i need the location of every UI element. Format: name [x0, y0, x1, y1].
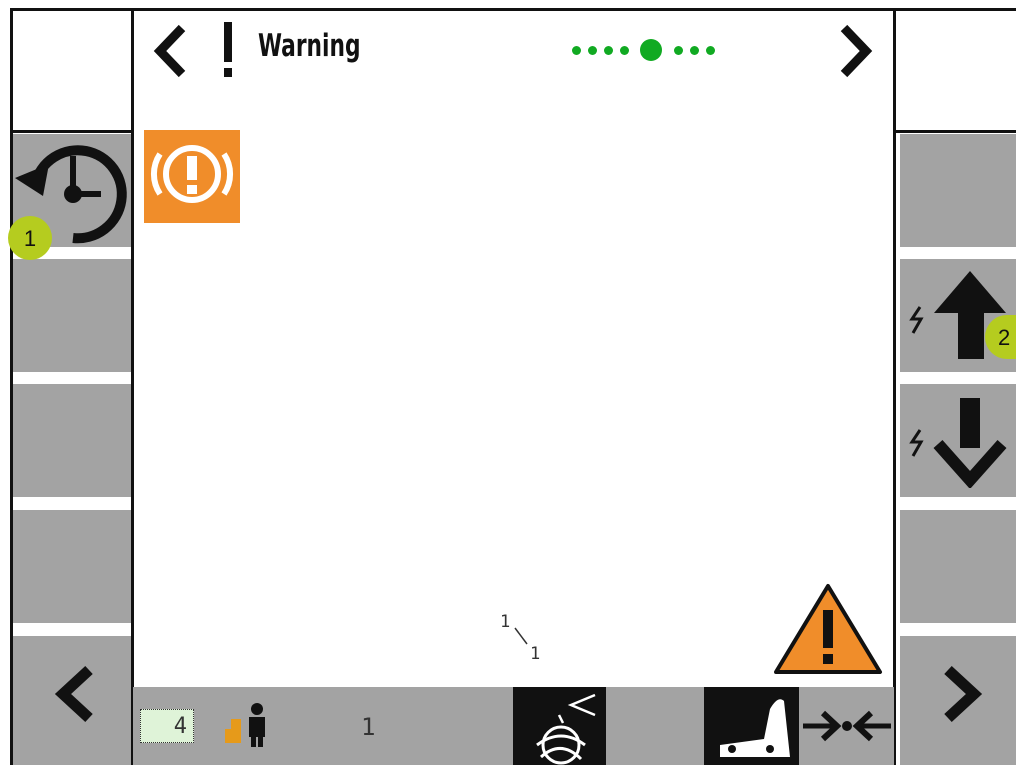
page-back-button[interactable]: [13, 636, 131, 765]
next-page-button[interactable]: [836, 22, 878, 80]
page-dot: [706, 45, 715, 55]
left-softkey-4[interactable]: [13, 510, 131, 623]
scroll-down-button[interactable]: [900, 384, 1016, 497]
right-softkey-1[interactable]: [900, 134, 1016, 247]
left-softkey-2[interactable]: [13, 259, 131, 372]
operator-icon: [221, 701, 271, 756]
prev-page-button[interactable]: [148, 22, 190, 80]
right-header-divider: [896, 130, 1016, 133]
chevron-left-icon: [49, 664, 99, 729]
header-lift-icon: [704, 687, 799, 770]
pager-numerator: 1: [500, 612, 511, 632]
counter-value: 4: [173, 714, 187, 739]
page-forward-button[interactable]: [900, 636, 1016, 765]
pager-denominator: 1: [530, 644, 541, 664]
counter-box: 4: [140, 709, 194, 743]
page-dot: [674, 45, 683, 55]
page-dot: [604, 45, 613, 55]
lightning-icon: [906, 428, 928, 463]
page-dot: [572, 45, 581, 55]
converge-arrows-icon: [799, 705, 894, 752]
left-header-divider: [13, 130, 131, 133]
page-dot: [690, 45, 699, 55]
callout-1: 1: [8, 216, 52, 260]
status-bar: 4 1: [133, 687, 894, 765]
right-softkey-4[interactable]: [900, 510, 1016, 623]
right-column-divider: [893, 8, 896, 765]
header-lift-status[interactable]: [704, 687, 799, 765]
alert-tile[interactable]: [144, 130, 240, 223]
arrow-down-icon: [930, 396, 1010, 493]
page-dot: [588, 45, 597, 55]
page-title: Warning: [258, 28, 361, 64]
left-column-divider: [131, 8, 134, 765]
page-dot-active: [640, 39, 662, 61]
exclamation-icon: [218, 20, 238, 80]
left-softkey-3[interactable]: [13, 384, 131, 497]
pager-slash: [512, 626, 532, 651]
page-dot: [620, 45, 629, 55]
brake-warning-icon: [144, 130, 240, 228]
pickup-reel-status[interactable]: [513, 687, 606, 765]
operator-count: 1: [361, 713, 376, 741]
warning-triangle-icon[interactable]: [772, 582, 884, 681]
lightning-icon: [906, 305, 928, 340]
page-indicator: [560, 30, 780, 70]
chevron-right-icon: [938, 664, 988, 729]
pickup-reel-icon: [513, 687, 606, 770]
